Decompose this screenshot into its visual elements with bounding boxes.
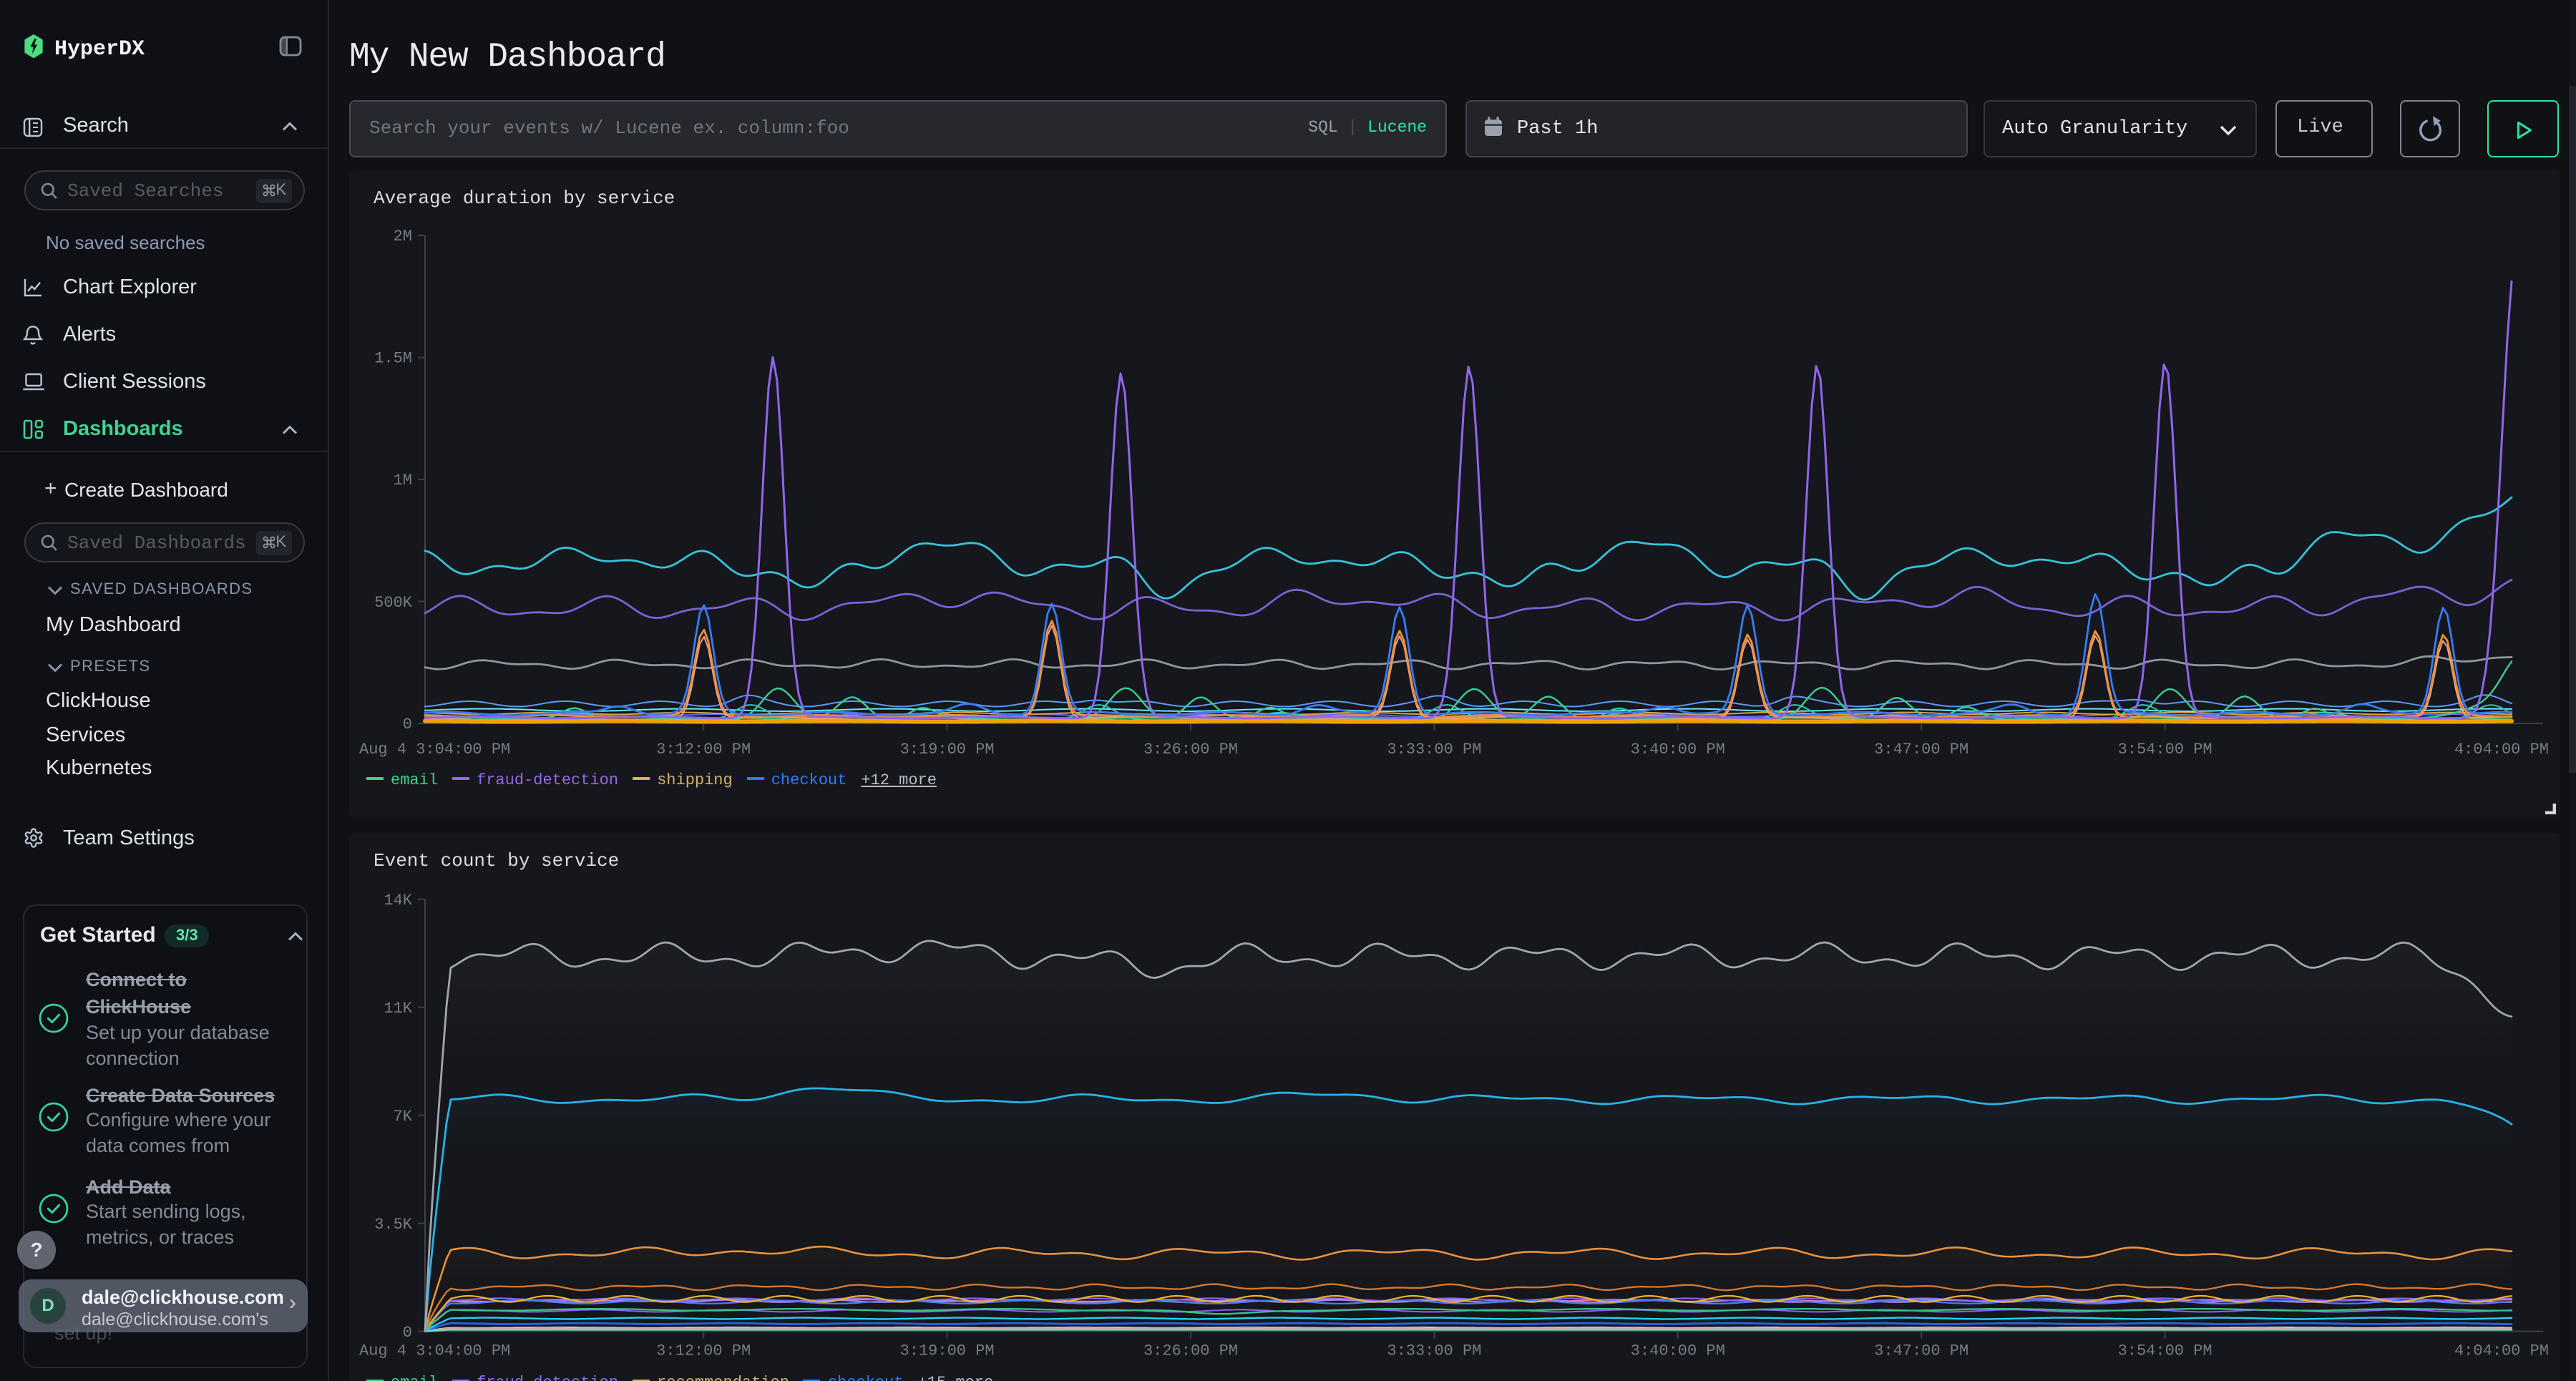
svg-text:2M: 2M bbox=[394, 228, 412, 245]
svg-text:4:04:00 PM: 4:04:00 PM bbox=[2454, 741, 2549, 758]
svg-text:Aug 4 3:04:00 PM: Aug 4 3:04:00 PM bbox=[359, 741, 510, 758]
svg-text:3:40:00 PM: 3:40:00 PM bbox=[1631, 1342, 1725, 1360]
svg-text:3:54:00 PM: 3:54:00 PM bbox=[2118, 1342, 2212, 1360]
svg-text:0: 0 bbox=[403, 1324, 412, 1342]
svg-text:Aug 4 3:04:00 PM: Aug 4 3:04:00 PM bbox=[359, 1342, 510, 1360]
svg-text:3:40:00 PM: 3:40:00 PM bbox=[1631, 741, 1725, 758]
svg-text:3:47:00 PM: 3:47:00 PM bbox=[1874, 1342, 1968, 1360]
svg-text:3:47:00 PM: 3:47:00 PM bbox=[1874, 741, 1968, 758]
svg-text:4:04:00 PM: 4:04:00 PM bbox=[2454, 1342, 2549, 1360]
svg-text:1M: 1M bbox=[394, 472, 412, 489]
svg-text:3:19:00 PM: 3:19:00 PM bbox=[900, 741, 995, 758]
svg-text:3:33:00 PM: 3:33:00 PM bbox=[1387, 1342, 1481, 1360]
svg-text:3:12:00 PM: 3:12:00 PM bbox=[656, 1342, 751, 1360]
svg-text:1.5M: 1.5M bbox=[374, 350, 412, 368]
svg-text:3:26:00 PM: 3:26:00 PM bbox=[1143, 741, 1238, 758]
svg-text:3.5K: 3.5K bbox=[374, 1216, 413, 1234]
svg-text:3:19:00 PM: 3:19:00 PM bbox=[900, 1342, 995, 1360]
svg-text:7K: 7K bbox=[394, 1108, 413, 1126]
svg-text:3:26:00 PM: 3:26:00 PM bbox=[1143, 1342, 1238, 1360]
svg-text:500K: 500K bbox=[374, 594, 413, 612]
svg-text:0: 0 bbox=[403, 716, 412, 733]
svg-text:3:12:00 PM: 3:12:00 PM bbox=[656, 741, 751, 758]
svg-text:3:33:00 PM: 3:33:00 PM bbox=[1387, 741, 1481, 758]
svg-text:11K: 11K bbox=[384, 1000, 412, 1018]
svg-text:3:54:00 PM: 3:54:00 PM bbox=[2118, 741, 2212, 758]
svg-text:14K: 14K bbox=[384, 892, 412, 909]
